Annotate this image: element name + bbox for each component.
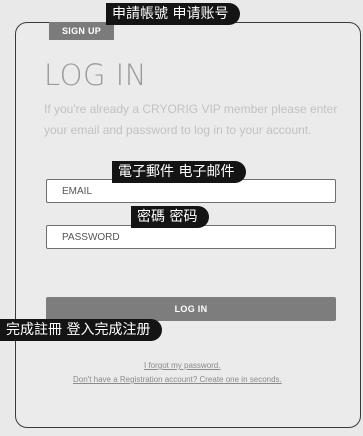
translation-label-login: 完成註冊 登入完成注册 [0, 319, 163, 341]
translation-label-password: 密碼 密码 [131, 206, 210, 228]
login-description: If you're already a CRYORIG VIP member p… [44, 102, 338, 137]
page-title: LOG IN [44, 58, 147, 92]
signup-tab[interactable]: SIGN UP [49, 22, 115, 40]
login-button[interactable]: LOG IN [46, 297, 336, 321]
translation-label-email: 電子郵件 电子邮件 [112, 161, 247, 183]
forgot-password-link[interactable]: I forgot my password. [144, 361, 220, 370]
register-link[interactable]: Don't have a Registration account? Creat… [73, 375, 282, 384]
translation-label-signup: 申請帳號 申请账号 [106, 3, 241, 25]
password-field[interactable] [46, 225, 336, 249]
